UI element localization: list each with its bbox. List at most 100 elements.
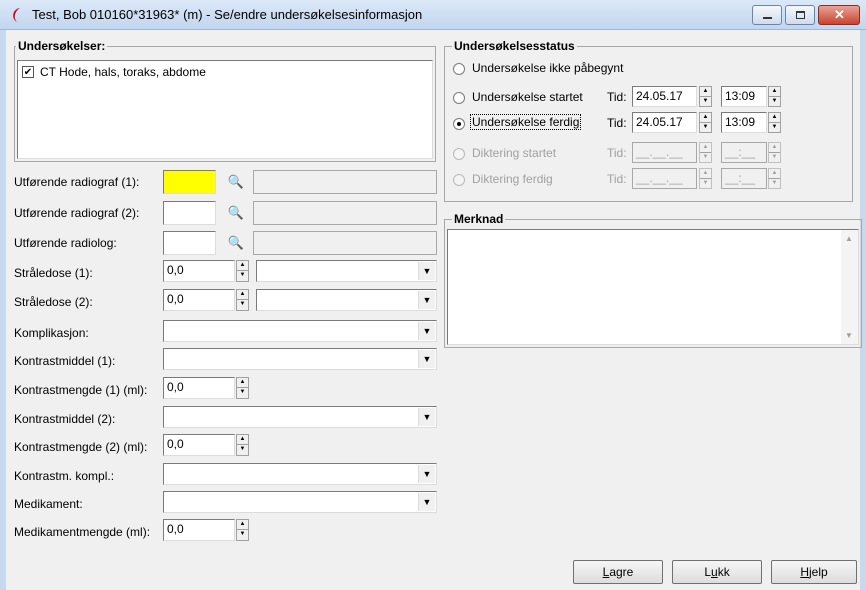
spin-down-icon: ▼ [702, 179, 709, 186]
medikament-select[interactable]: ▼ [163, 491, 437, 513]
kontrastmiddel1-select[interactable]: ▼ [163, 348, 437, 370]
spin-up-icon[interactable]: ▲ [700, 87, 711, 97]
dictation-finished-label: Diktering ferdig [472, 172, 553, 186]
chevron-down-icon[interactable]: ▼ [418, 262, 435, 280]
time-spinner[interactable]: ▲ ▼ [768, 112, 781, 133]
radiograf1-input[interactable] [163, 170, 216, 194]
chevron-down-icon[interactable]: ▼ [418, 291, 435, 309]
spin-down-icon: ▼ [771, 179, 778, 186]
minimize-button[interactable] [752, 5, 782, 25]
chevron-down-icon[interactable]: ▼ [418, 465, 435, 483]
maximize-icon [796, 11, 805, 19]
medikament-label: Medikament: [14, 497, 83, 511]
spin-down-icon[interactable]: ▼ [237, 530, 248, 540]
spin-up-icon[interactable]: ▲ [237, 261, 248, 271]
spin-up-icon[interactable]: ▲ [769, 113, 780, 123]
status-started-date[interactable]: 24.05.17 [632, 86, 697, 107]
chevron-down-icon[interactable]: ▼ [418, 493, 435, 511]
spin-up-icon[interactable]: ▲ [237, 378, 248, 388]
spin-down-icon[interactable]: ▼ [237, 271, 248, 281]
komplikasjon-label: Komplikasjon: [14, 326, 89, 340]
status-finished-label: Undersøkelse ferdig [469, 114, 582, 130]
merknad-textarea[interactable]: ▲ ▼ [447, 229, 859, 345]
time-spinner[interactable]: ▲ ▼ [768, 86, 781, 107]
dictation-finished-radio [453, 174, 465, 186]
chevron-down-icon[interactable]: ▼ [418, 350, 435, 368]
spin-down-icon: ▼ [702, 153, 709, 160]
straledose2-spinner[interactable]: ▲ ▼ [236, 289, 249, 311]
date-spinner: ▲ ▼ [699, 168, 712, 189]
title-bar: Test, Bob 010160*31963* (m) - Se/endre u… [0, 0, 866, 30]
spin-down-icon[interactable]: ▼ [769, 97, 780, 107]
spin-up-icon[interactable]: ▲ [237, 290, 248, 300]
merknad-title: Merknad [452, 212, 506, 226]
spin-up-icon: ▲ [700, 143, 711, 153]
scroll-up-icon[interactable]: ▲ [845, 234, 853, 243]
radiolog-search-icon[interactable]: 🔍 [224, 232, 248, 254]
status-started-time[interactable]: 13:09 [721, 86, 767, 107]
status-finished-time[interactable]: 13:09 [721, 112, 767, 133]
spin-down-icon[interactable]: ▼ [237, 445, 248, 455]
kontrastm-kompl-label: Kontrastm. kompl.: [14, 469, 115, 483]
close-button[interactable]: ✕ [818, 5, 860, 25]
merknad-scrollbar[interactable]: ▲ ▼ [841, 230, 858, 344]
status-finished-radio[interactable] [453, 118, 465, 130]
tid-label: Tid: [607, 116, 627, 130]
kontrastmengde2-input[interactable]: 0,0 [163, 434, 235, 456]
spin-up-icon[interactable]: ▲ [237, 435, 248, 445]
close-label-post: kk [717, 565, 730, 579]
medikamentmengde-spinner[interactable]: ▲ ▼ [236, 519, 249, 541]
medikamentmengde-input[interactable]: 0,0 [163, 519, 235, 541]
maximize-button[interactable] [785, 5, 815, 25]
chevron-down-icon[interactable]: ▼ [418, 322, 435, 340]
radiograf1-search-icon[interactable]: 🔍 [224, 171, 248, 193]
status-started-radio[interactable] [453, 92, 465, 104]
time-value: 13:09 [725, 115, 756, 129]
kontrastmiddel2-select[interactable]: ▼ [163, 406, 437, 428]
status-not-started-radio[interactable] [453, 63, 465, 75]
medikamentmengde-label: Medikamentmengde (ml): [14, 525, 151, 539]
spin-down-icon[interactable]: ▼ [237, 300, 248, 310]
kontrastmengde1-spinner[interactable]: ▲ ▼ [236, 377, 249, 399]
dictation-started-label: Diktering startet [472, 146, 557, 160]
close-mnemonic: u [711, 565, 718, 579]
spin-down-icon[interactable]: ▼ [700, 97, 711, 107]
chevron-down-icon[interactable]: ▼ [418, 408, 435, 426]
radiograf2-search-icon[interactable]: 🔍 [224, 202, 248, 224]
straledose2-unit-select[interactable]: ▼ [256, 289, 437, 311]
straledose1-unit-select[interactable]: ▼ [256, 260, 437, 282]
kontrastmengde2-spinner[interactable]: ▲ ▼ [236, 434, 249, 456]
straledose1-spinner[interactable]: ▲ ▼ [236, 260, 249, 282]
time-spinner: ▲ ▼ [768, 142, 781, 163]
scroll-down-icon[interactable]: ▼ [845, 331, 853, 340]
dictation-started-time: __:__ [721, 142, 767, 163]
kontrastm-kompl-select[interactable]: ▼ [163, 463, 437, 485]
date-spinner[interactable]: ▲ ▼ [699, 112, 712, 133]
radiolog-input[interactable] [163, 231, 216, 255]
exam-checkbox[interactable]: ✔ [22, 66, 34, 78]
kontrastmengde1-input[interactable]: 0,0 [163, 377, 235, 399]
spin-up-icon[interactable]: ▲ [769, 87, 780, 97]
spin-up-icon[interactable]: ▲ [700, 113, 711, 123]
radiograf2-input[interactable] [163, 201, 216, 225]
spin-down-icon[interactable]: ▼ [769, 123, 780, 133]
komplikasjon-select[interactable]: ▼ [163, 320, 437, 342]
dictation-started-radio [453, 148, 465, 160]
kontrastmengde2-label: Kontrastmengde (2) (ml): [14, 440, 148, 454]
save-button[interactable]: Lagre [573, 560, 663, 584]
close-dialog-button[interactable]: Lukk [672, 560, 762, 584]
exams-list[interactable]: ✔ CT Hode, hals, toraks, abdome [17, 60, 433, 159]
date-spinner[interactable]: ▲ ▼ [699, 86, 712, 107]
spin-down-icon[interactable]: ▼ [700, 123, 711, 133]
spin-up-icon[interactable]: ▲ [237, 520, 248, 530]
straledose2-value: 0,0 [167, 292, 184, 306]
help-button[interactable]: Hjelp [771, 560, 857, 584]
spin-down-icon[interactable]: ▼ [237, 388, 248, 398]
straledose2-input[interactable]: 0,0 [163, 289, 235, 311]
dictation-started-date: __.__.__ [632, 142, 697, 163]
date-value: 24.05.17 [636, 89, 683, 103]
straledose2-label: Stråledose (2): [14, 295, 93, 309]
dictation-finished-date: __.__.__ [632, 168, 697, 189]
status-finished-date[interactable]: 24.05.17 [632, 112, 697, 133]
straledose1-input[interactable]: 0,0 [163, 260, 235, 282]
